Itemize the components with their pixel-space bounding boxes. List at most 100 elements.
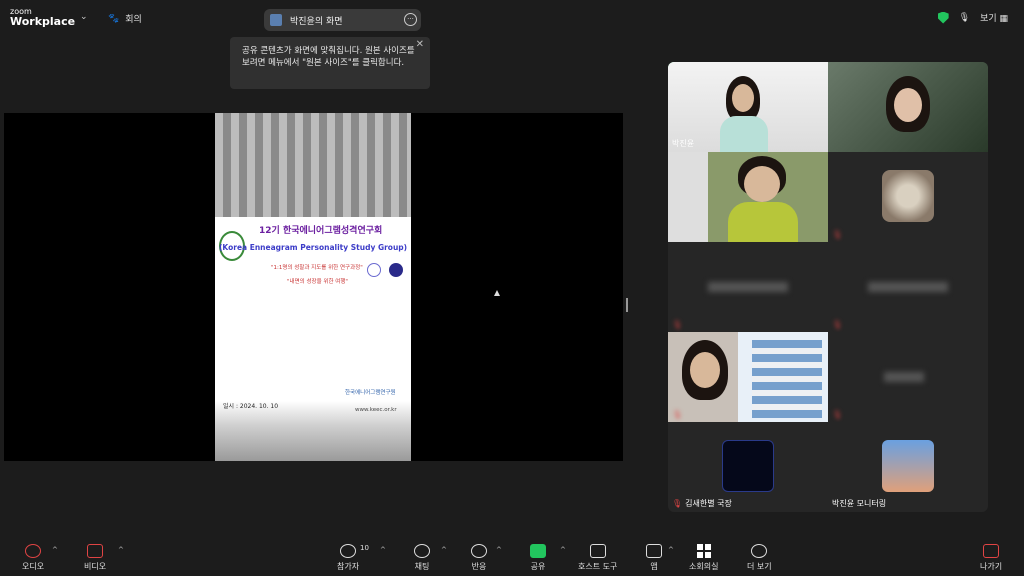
participants-icon	[340, 544, 357, 558]
blurred-name-placeholder	[884, 372, 924, 382]
video-tile[interactable]: 🎙 김새한별 국장	[668, 422, 828, 512]
slide-title-en: (Korea Enneagram Personality Study Group…	[219, 243, 408, 252]
person-shirt	[728, 202, 798, 242]
slide-org: 한국에니어그램연구원	[345, 390, 396, 396]
meeting-label: 회의	[125, 15, 142, 25]
chevron-up-icon[interactable]: ^	[560, 546, 566, 554]
audio-button[interactable]: 오디오	[22, 544, 44, 572]
user-avatar-icon	[270, 14, 282, 26]
participant-name: 🎙	[672, 320, 685, 329]
mic-muted-icon: 🎙	[672, 410, 683, 419]
shared-screen: 12기 한국에니어그램성격연구회 (Korea Enneagram Person…	[4, 113, 623, 461]
more-icon	[751, 544, 768, 558]
chat-button[interactable]: 채팅	[414, 544, 430, 572]
slide-date: 일시 : 2024. 10. 10	[223, 403, 279, 410]
video-tile[interactable]: 🎙	[828, 332, 988, 422]
host-tools-label: 호스트 도구	[578, 562, 618, 571]
react-button[interactable]: 반응	[471, 544, 487, 572]
chevron-up-icon[interactable]: ^	[441, 546, 447, 554]
mic-muted-icon: 🎙	[832, 320, 843, 329]
close-icon[interactable]: ✕	[416, 39, 424, 51]
participants-label: 참가자	[337, 562, 360, 571]
participant-name: 🎙	[832, 410, 845, 419]
resize-handle[interactable]	[626, 298, 628, 312]
participants-button[interactable]: 참가자	[337, 544, 359, 572]
mic-off-icon	[25, 544, 42, 558]
more-label: 더 보기	[747, 562, 772, 571]
person-face	[690, 352, 720, 388]
chevron-up-icon[interactable]: ^	[52, 546, 58, 554]
apps-button[interactable]: 앱	[646, 544, 662, 572]
chevron-down-icon[interactable]: ⌄	[80, 12, 88, 22]
slide-subtitle-2: "내면의 성장을 위한 여행"	[287, 279, 348, 285]
video-tile[interactable]: 박진윤	[668, 62, 828, 152]
video-tile[interactable]	[668, 152, 828, 242]
participant-name: 🎙	[672, 410, 685, 419]
share-button[interactable]: 공유	[530, 544, 546, 572]
partner-logo-icon	[367, 263, 381, 277]
person-face	[732, 84, 754, 112]
view-button[interactable]: 보기 ▦	[980, 11, 1008, 24]
top-bar: zoom Workplace ⌄ 🐾 회의 박진윤의 화면 ··· 🎙 보기 ▦	[0, 0, 1024, 36]
apps-icon	[646, 544, 662, 558]
mic-muted-icon: 🎙	[672, 499, 683, 508]
more-options-icon[interactable]: ···	[404, 13, 417, 26]
more-button[interactable]: 더 보기	[747, 544, 772, 572]
profile-picture	[882, 170, 934, 222]
heart-icon	[471, 544, 487, 558]
heart-hands-picture	[882, 440, 934, 492]
security-shield-icon[interactable]	[937, 11, 949, 24]
meeting-info-button[interactable]: 🐾 회의	[108, 12, 142, 26]
participant-name-text: 박진윤	[672, 139, 695, 148]
chevron-up-icon[interactable]: ^	[668, 546, 674, 554]
chevron-up-icon[interactable]: ^	[380, 546, 386, 554]
fit-content-tooltip: 공유 콘텐츠가 화면에 맞춰집니다. 원본 사이즈를 보려면 메뉴에서 "원본 …	[230, 37, 430, 89]
share-pill-label: 박진윤의 화면	[290, 16, 343, 27]
slide-website: www.keec.or.kr	[355, 407, 397, 413]
presentation-slide: 12기 한국에니어그램성격연구회 (Korea Enneagram Person…	[215, 113, 411, 461]
mic-muted-icon: 🎙	[672, 320, 683, 329]
apps-label: 앱	[650, 562, 658, 571]
video-tile[interactable]: 🎙	[828, 152, 988, 242]
brand-line2: Workplace	[10, 15, 76, 28]
audio-label: 오디오	[22, 562, 45, 571]
leave-button[interactable]: 나가기	[980, 544, 1002, 572]
chat-icon	[414, 544, 430, 558]
chat-label: 채팅	[414, 562, 430, 571]
share-source-pill[interactable]: 박진윤의 화면 ···	[264, 9, 421, 31]
leave-label: 나가기	[980, 562, 1003, 571]
slide-title-kr: 12기 한국에니어그램성격연구회	[259, 226, 383, 236]
slide-pattern-top	[215, 113, 411, 217]
camera-off-icon	[87, 544, 104, 558]
video-tile[interactable]	[828, 62, 988, 152]
video-tile[interactable]: 🎙	[668, 332, 828, 422]
mic-icon[interactable]: 🎙	[959, 13, 970, 23]
chevron-up-icon[interactable]: ^	[118, 546, 124, 554]
video-tile[interactable]: 🎙	[668, 242, 828, 332]
breakout-rooms-label: 소회의실	[689, 562, 719, 571]
participant-name: 🎙 김새한별 국장	[672, 498, 732, 509]
video-button[interactable]: 비디오	[84, 544, 106, 572]
chevron-up-icon[interactable]: ^	[496, 546, 502, 554]
video-tile[interactable]: 박진윤 모니터링	[828, 422, 988, 512]
host-tools-button[interactable]: 호스트 도구	[578, 544, 617, 572]
bottom-toolbar: 오디오 ^ 비디오 ^ 참가자 10 ^ 채팅 ^ 반응 ^ 공유 ^ 호스트 …	[0, 536, 1024, 576]
share-label: 공유	[530, 562, 546, 571]
participant-name: 박진윤	[672, 138, 694, 149]
react-label: 반응	[471, 562, 487, 571]
person-shirt	[720, 116, 768, 152]
blurred-name-placeholder	[708, 282, 788, 292]
person-face	[894, 88, 922, 122]
participant-name: 🎙	[832, 230, 845, 239]
participant-name: 박진윤 모니터링	[832, 498, 886, 509]
background-banner	[752, 340, 822, 418]
zoom-logo: zoom Workplace	[10, 7, 75, 27]
person-face	[744, 166, 780, 202]
participant-name-text: 김새한별 국장	[685, 499, 732, 508]
breakout-rooms-icon	[696, 544, 711, 558]
keec-logo-icon	[722, 440, 774, 492]
breakout-rooms-button[interactable]: 소회의실	[689, 544, 718, 572]
blurred-name-placeholder	[868, 282, 948, 292]
video-tile[interactable]: 🎙	[828, 242, 988, 332]
participant-name: 🎙	[832, 320, 845, 329]
